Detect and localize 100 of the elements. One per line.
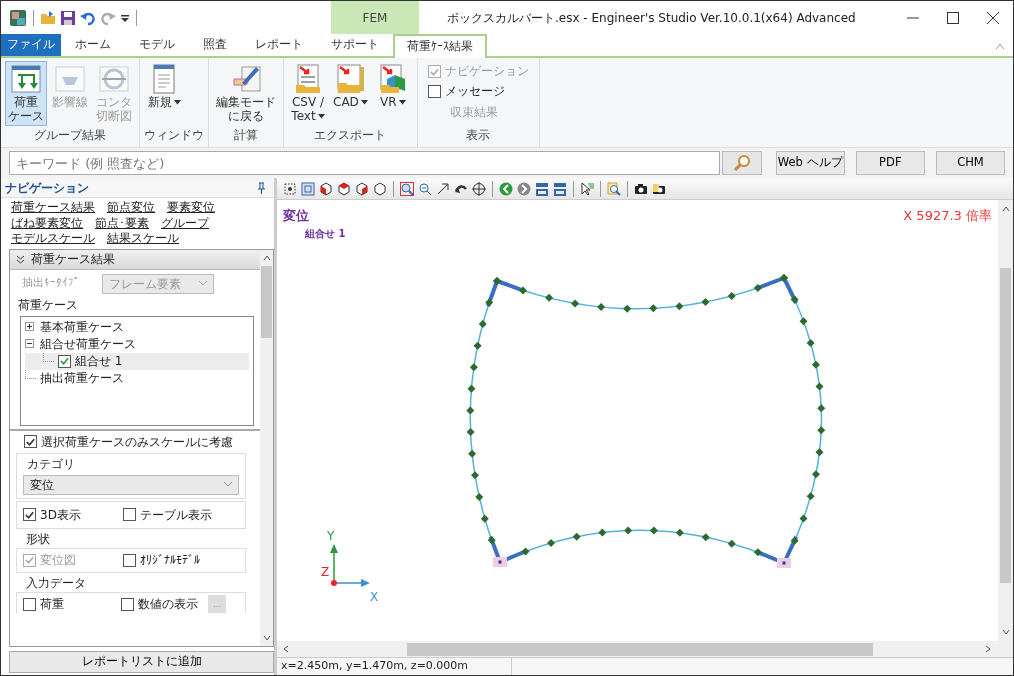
ribbon-button[interactable]: 荷重 ケース xyxy=(5,61,47,126)
app-icon[interactable] xyxy=(9,8,27,27)
help-button[interactable]: CHM xyxy=(935,151,1005,175)
scrollbar-thumb[interactable] xyxy=(261,265,272,338)
axis-label: Z xyxy=(321,565,330,579)
checkbox-label: 3D表示 xyxy=(40,506,81,524)
checkbox-label: ｵﾘｼﾞﾅﾙﾓﾃﾞﾙ xyxy=(140,552,200,570)
select-icon[interactable] xyxy=(283,181,297,196)
tree-item[interactable]: 抽出荷重ケース xyxy=(40,369,124,388)
checkbox-label: 選択荷重ケースのみスケールに考慮 xyxy=(41,433,233,451)
ribbon-button[interactable]: 編集モード に戻る xyxy=(213,61,279,126)
nav-link[interactable]: グループ xyxy=(161,215,209,232)
search-button[interactable] xyxy=(721,151,762,175)
group-label: 入力データ xyxy=(26,575,87,593)
scrollbar-thumb[interactable] xyxy=(1000,268,1011,583)
contour-icon xyxy=(98,63,130,95)
cube-icon[interactable] xyxy=(355,181,369,196)
checkbox[interactable] xyxy=(24,435,37,449)
scroll-down-icon[interactable] xyxy=(1001,629,1010,635)
cube-icon[interactable] xyxy=(337,181,351,196)
checkbox[interactable] xyxy=(123,508,136,522)
camera-icon[interactable] xyxy=(652,181,666,196)
group-label: グループ結果 xyxy=(33,127,107,144)
cube-icon[interactable] xyxy=(319,181,333,196)
info-icon[interactable] xyxy=(553,181,567,196)
arrow-icon[interactable] xyxy=(436,181,450,196)
crosshair-icon[interactable] xyxy=(472,181,486,196)
scroll-left-icon[interactable] xyxy=(283,645,289,653)
nav-link[interactable]: 節点変位 xyxy=(107,200,155,216)
nav-link[interactable]: 結果スケール xyxy=(107,231,179,247)
tree-item[interactable]: 基本荷重ケース xyxy=(40,318,124,337)
pin-icon[interactable] xyxy=(257,181,266,194)
maximize-icon[interactable] xyxy=(947,11,959,24)
category-select[interactable]: 変位 xyxy=(23,474,239,495)
checkbox[interactable] xyxy=(123,553,136,567)
checkbox[interactable] xyxy=(23,508,36,522)
group-label: 表示 xyxy=(465,127,492,144)
expander-icon[interactable] xyxy=(25,321,36,333)
search-icon xyxy=(732,154,751,172)
zoom-out-icon[interactable] xyxy=(418,181,432,196)
tree-item[interactable]: 組合せ荷重ケース xyxy=(40,335,136,354)
ribbon-tab[interactable]: 荷重ｹｰｽ結果 xyxy=(393,34,487,58)
help-button[interactable]: PDF xyxy=(855,151,925,175)
cursor-icon[interactable] xyxy=(580,181,594,196)
magnifier-icon[interactable] xyxy=(607,181,621,196)
search-field[interactable]: キーワード (例 照査など) xyxy=(9,151,720,175)
zoom-fit-icon[interactable] xyxy=(301,181,315,196)
back-icon[interactable] xyxy=(499,181,513,196)
cube-icon[interactable] xyxy=(373,181,387,196)
file-tab[interactable]: ファイル xyxy=(1,34,61,56)
ribbon-button[interactable]: 新規 xyxy=(144,61,184,126)
close-icon[interactable] xyxy=(987,11,999,24)
ribbon-label: 収束結果 xyxy=(448,103,499,121)
ribbon-button[interactable]: VR xyxy=(372,61,413,126)
scroll-up-icon[interactable] xyxy=(1001,206,1010,212)
camera-icon[interactable] xyxy=(634,181,648,196)
section-title: 荷重ケース結果 xyxy=(31,251,115,269)
add-button[interactable]: レポートリストに追加 xyxy=(9,651,274,673)
nav-link[interactable]: ばね要素変位 xyxy=(11,215,83,232)
checkbox[interactable] xyxy=(121,597,135,611)
scrollbar-thumb[interactable] xyxy=(407,642,873,656)
save-icon[interactable] xyxy=(60,9,76,26)
ribbon-button[interactable]: CAD xyxy=(330,61,371,126)
ribbon-tab[interactable]: ホーム xyxy=(61,34,125,56)
ribbon-button[interactable]: CSV / Text xyxy=(288,61,328,126)
panel-title: ナビゲーション xyxy=(5,179,89,197)
nav-link[interactable]: モデルスケール xyxy=(11,231,95,247)
group-label: ウィンドウ xyxy=(144,127,204,144)
axis-drawing xyxy=(330,544,370,587)
nav-link[interactable]: 荷重ケース結果 xyxy=(11,200,95,216)
ribbon-tab[interactable]: レポート xyxy=(241,34,317,56)
ribbon-tab[interactable]: サポート xyxy=(317,34,393,56)
hand-pencil-icon xyxy=(230,63,262,95)
scroll-up-icon[interactable] xyxy=(262,254,271,261)
ribbon-tab[interactable]: 照査 xyxy=(189,34,241,56)
checkbox[interactable] xyxy=(23,597,36,611)
group-label: エクスポート xyxy=(313,127,388,144)
load-case-icon xyxy=(10,63,42,95)
checkbox-label: テーブル表示 xyxy=(140,506,212,524)
ribbon-tab[interactable]: モデル xyxy=(125,34,189,56)
collapse-icon[interactable] xyxy=(16,254,25,264)
checkbox[interactable] xyxy=(58,354,71,368)
nav-link[interactable]: 節点･要素 xyxy=(95,215,149,232)
scroll-down-icon[interactable] xyxy=(262,635,271,641)
group-label: カテゴリ xyxy=(27,455,76,473)
folder-icon[interactable] xyxy=(40,9,56,26)
help-button[interactable]: Web ヘルプ xyxy=(775,151,845,175)
scale-label: X 5927.3 倍率 xyxy=(903,207,992,225)
caret-icon[interactable] xyxy=(120,12,130,23)
scroll-right-icon[interactable] xyxy=(985,645,991,653)
shot-icon[interactable] xyxy=(535,181,549,196)
checkbox[interactable] xyxy=(427,85,441,99)
chevron-icon xyxy=(199,281,207,287)
expander-icon[interactable] xyxy=(25,338,36,350)
checkbox-label: ナビゲーション xyxy=(444,63,529,80)
tree-row[interactable]: 組合せ 1 xyxy=(25,352,249,370)
zoom-in-icon[interactable] xyxy=(400,181,414,196)
forward-icon[interactable] xyxy=(517,181,531,196)
nav-link[interactable]: 要素変位 xyxy=(167,200,215,216)
window-title: ボックスカルバート.esx - Engineer's Studio Ver.10.0.1(x64) Advanced xyxy=(447,9,856,27)
